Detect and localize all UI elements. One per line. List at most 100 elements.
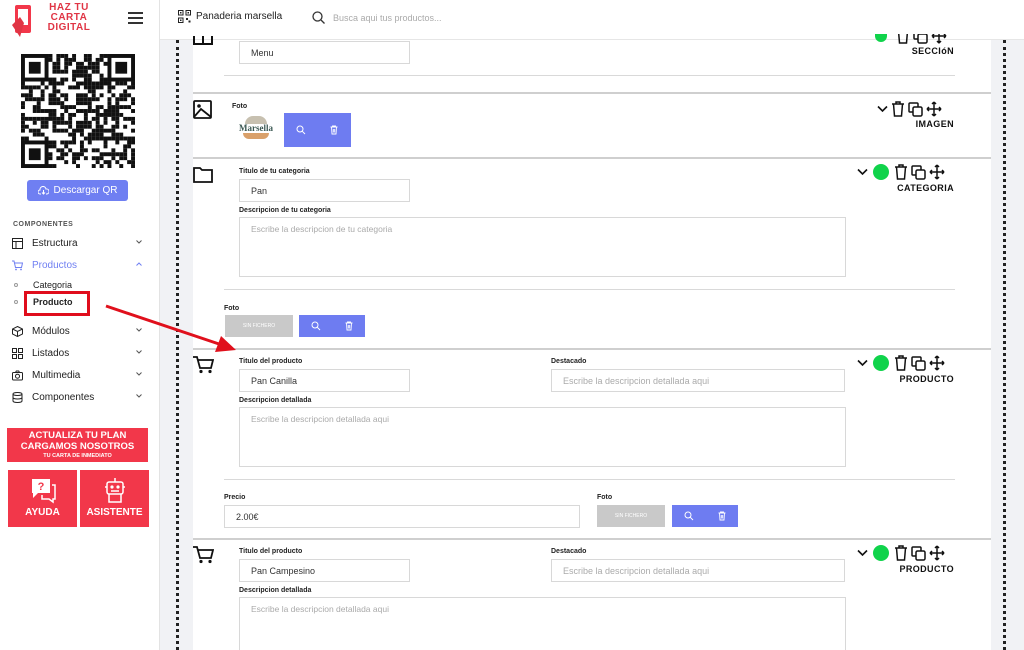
no-file-button[interactable]: SIN FICHERO	[225, 315, 293, 337]
no-file-button[interactable]: SIN FICHERO	[597, 505, 665, 527]
trash-icon[interactable]	[717, 511, 727, 521]
category-photo-label: Foto	[224, 305, 240, 312]
sidebar-item-productos[interactable]: Productos	[12, 257, 142, 273]
cloud-download-icon	[37, 186, 49, 195]
category-desc-label: Descripcion de tu categoria	[239, 207, 331, 214]
sidebar-item-label: Componentes	[32, 391, 95, 403]
trash-icon[interactable]	[894, 545, 908, 561]
move-icon[interactable]	[926, 101, 942, 117]
chevron-down-icon	[136, 328, 142, 332]
product-photo-buttons	[672, 505, 738, 527]
product-desc-label: Descripcion detallada	[239, 587, 312, 594]
trash-icon[interactable]	[896, 34, 910, 44]
move-icon[interactable]	[929, 355, 945, 371]
featured-input[interactable]: Escribe la descripcion detallada aqui	[551, 559, 845, 582]
section-name-input[interactable]: Menu	[239, 41, 410, 64]
product-title-label: Titulo del producto	[239, 548, 303, 555]
chevron-down-icon	[136, 372, 142, 376]
block-controls	[857, 164, 945, 180]
upgrade-plan-banner[interactable]: ACTUALIZA TU PLAN CARGAMOS NOSOTROS TU C…	[7, 428, 148, 462]
price-input[interactable]: 2.00€	[224, 505, 580, 528]
sidebar: HAZ TU CARTA DIGITAL Descargar QR COMPON…	[0, 0, 160, 650]
copy-icon[interactable]	[911, 355, 926, 371]
section-icon	[193, 36, 213, 45]
sidebar-item-componentes[interactable]: Componentes	[12, 389, 142, 405]
product-desc-label: Descripcion detallada	[239, 397, 312, 404]
copy-icon[interactable]	[911, 545, 926, 561]
phone-logo-icon	[12, 5, 31, 37]
trash-icon[interactable]	[891, 101, 905, 117]
search-box[interactable]: Busca aqui tus productos...	[312, 11, 442, 24]
divider	[224, 75, 955, 76]
sidebar-item-label: Productos	[32, 259, 78, 271]
trash-icon[interactable]	[329, 125, 339, 135]
search-input[interactable]: Busca aqui tus productos...	[333, 13, 442, 23]
hamburger-menu-icon[interactable]	[128, 12, 143, 24]
logo-thumbnail: Marsella	[235, 116, 277, 144]
copy-icon[interactable]	[908, 101, 923, 117]
assistant-button[interactable]: ASISTENTE	[80, 470, 149, 527]
components-section-title: COMPONENTES	[13, 221, 74, 228]
folder-icon	[193, 167, 213, 183]
category-title-label: Titulo de tu categoria	[239, 168, 310, 175]
search-icon	[312, 11, 325, 24]
trash-icon[interactable]	[344, 321, 354, 331]
database-icon	[12, 391, 23, 403]
sidebar-item-estructura[interactable]: Estructura	[12, 235, 142, 251]
chevron-down-icon	[136, 350, 142, 354]
canvas-border-right	[1003, 40, 1006, 650]
image-upload-buttons	[284, 113, 351, 147]
sidebar-item-modulos[interactable]: Módulos	[12, 323, 142, 339]
image-icon	[193, 100, 212, 119]
block-type-label: PRODUCTO	[899, 564, 954, 574]
search-icon[interactable]	[311, 321, 321, 331]
promo-line2: CARGAMOS NOSOTROS	[20, 441, 135, 452]
product-desc-textarea[interactable]: Escribe la descripcion detallada aqui	[239, 597, 846, 650]
sidebar-item-listados[interactable]: Listados	[12, 345, 142, 361]
assistant-label: ASISTENTE	[86, 507, 143, 518]
featured-label: Destacado	[551, 358, 587, 365]
copy-icon[interactable]	[913, 34, 928, 44]
qr-small-icon	[178, 10, 191, 23]
chevron-down-icon[interactable]	[857, 168, 868, 176]
product-title-input[interactable]: Pan Canilla	[239, 369, 410, 392]
move-icon[interactable]	[929, 545, 945, 561]
copy-icon[interactable]	[911, 164, 926, 180]
cart-icon	[193, 356, 214, 374]
download-qr-label: Descargar QR	[53, 185, 118, 196]
sidebar-subitem-categoria[interactable]: Categoria	[14, 280, 72, 290]
category-title-input[interactable]: Pan	[239, 179, 410, 202]
chevron-down-icon[interactable]	[877, 105, 888, 113]
active-toggle[interactable]	[873, 164, 889, 180]
product-desc-textarea[interactable]: Escribe la descripcion detallada aqui	[239, 407, 846, 467]
category-desc-textarea[interactable]: Escribe la descripcion de tu categoria	[239, 217, 846, 277]
chevron-down-icon[interactable]	[857, 359, 868, 367]
robot-icon	[104, 478, 125, 503]
move-icon[interactable]	[929, 164, 945, 180]
chevron-down-icon	[136, 394, 142, 398]
price-label: Precio	[224, 494, 246, 501]
move-icon[interactable]	[931, 34, 947, 44]
product-title-input[interactable]: Pan Campesino	[239, 559, 410, 582]
promo-line3: TU CARTA DE INMEDIATO	[43, 453, 112, 459]
sidebar-item-label: Módulos	[32, 325, 70, 337]
trash-icon[interactable]	[894, 164, 908, 180]
featured-label: Destacado	[551, 548, 587, 555]
chevron-down-icon	[136, 240, 142, 244]
chevron-down-icon[interactable]	[857, 549, 868, 557]
search-icon[interactable]	[296, 125, 306, 135]
active-toggle[interactable]	[873, 355, 889, 371]
search-icon[interactable]	[684, 511, 694, 521]
download-qr-button[interactable]: Descargar QR	[27, 180, 128, 201]
sidebar-item-label: Listados	[32, 347, 70, 359]
product-title-label: Titulo del producto	[239, 358, 303, 365]
featured-input[interactable]: Escribe la descripcion detallada aqui	[551, 369, 845, 392]
active-toggle[interactable]	[873, 545, 889, 561]
grid-icon	[12, 347, 23, 359]
help-button[interactable]: ? AYUDA	[8, 470, 77, 527]
top-bar: Panaderia marsella Busca aqui tus produc…	[160, 0, 1024, 40]
store-selector[interactable]: Panaderia marsella	[178, 10, 282, 23]
block-type-label: CATEGORIA	[897, 183, 954, 193]
sidebar-item-multimedia[interactable]: Multimedia	[12, 367, 142, 383]
trash-icon[interactable]	[894, 355, 908, 371]
